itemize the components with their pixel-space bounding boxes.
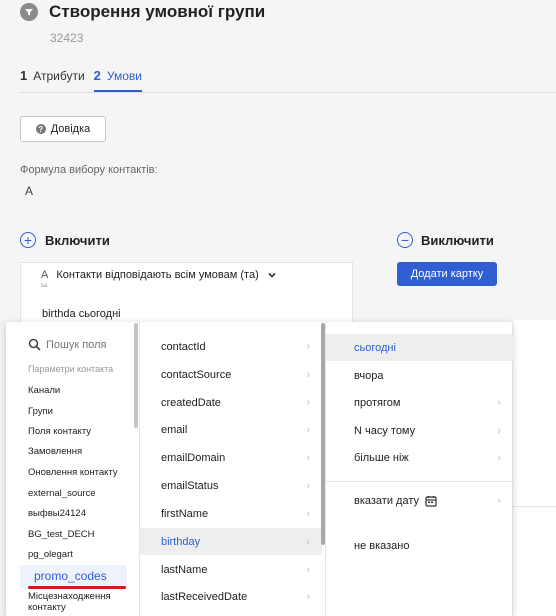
exclude-section-header[interactable]: − Виключити — [397, 232, 494, 248]
operator-item[interactable]: не вказано — [326, 532, 513, 559]
formula-value: A — [25, 184, 34, 198]
field-item-selected[interactable]: birthday › — [140, 528, 322, 555]
tab-label: Атрибути — [33, 69, 85, 83]
search-field[interactable]: Пошук поля — [28, 338, 106, 351]
field-column: contactId › contactSource › createdDate › e… — [139, 322, 325, 616]
calendar-icon — [425, 495, 437, 507]
chevron-right-icon: › — [306, 535, 310, 548]
chevron-right-icon: › — [306, 340, 310, 353]
category-item[interactable]: Замовлення — [28, 446, 82, 457]
operator-item[interactable]: більше ніж › — [326, 444, 513, 471]
group-id: 32423 — [50, 31, 84, 45]
field-item[interactable]: email › — [140, 416, 322, 443]
question-icon: ? — [35, 124, 46, 134]
chevron-right-icon: › — [497, 494, 501, 507]
category-scrollbar[interactable] — [134, 323, 138, 428]
chevron-down-icon — [268, 272, 276, 278]
category-item-promo-codes[interactable]: promo_codes — [34, 569, 107, 583]
search-placeholder: Пошук поля — [46, 338, 107, 351]
category-item[interactable]: выфвы24124 — [28, 508, 86, 519]
plus-circle-icon[interactable]: + — [20, 232, 36, 248]
chevron-right-icon: › — [306, 590, 310, 603]
field-picker-dropdown: Пошук поля Параметри контакта Канали Гру… — [6, 322, 513, 616]
operator-item[interactable]: протягом › — [326, 389, 513, 416]
help-button-label: Довідка — [50, 123, 91, 135]
operator-item-selected[interactable]: сьогодні — [326, 334, 513, 361]
tab-number: 1 — [20, 68, 28, 83]
help-button[interactable]: ? Довідка — [20, 116, 106, 142]
chevron-right-icon: › — [497, 424, 501, 437]
page-header: Створення умовної групи 32423 — [0, 0, 556, 60]
field-item[interactable]: contactId › — [140, 333, 322, 360]
category-item[interactable]: Групи — [28, 406, 53, 417]
tab-conditions[interactable]: 2 Умови — [93, 68, 142, 92]
condition-mode-label: Контакти відповідають всім умовам (та) — [56, 269, 259, 281]
condition-letter-sub: ѕa — [41, 283, 48, 289]
operator-item[interactable]: вчора — [326, 362, 513, 389]
operator-item-pick-date[interactable]: вказати дату › — [326, 487, 513, 514]
field-item[interactable]: emailDomain › — [140, 444, 322, 471]
formula-label: Формула вибору контактів: — [20, 164, 158, 176]
chevron-right-icon: › — [306, 479, 310, 492]
field-item[interactable]: contactSource › — [140, 361, 322, 388]
category-item[interactable]: BG_test_DECH — [28, 529, 95, 540]
page-title: Створення умовної групи — [49, 2, 266, 21]
chevron-right-icon: › — [306, 423, 310, 436]
field-item[interactable]: lastName › — [140, 556, 322, 583]
annotation-underline — [28, 586, 126, 589]
category-group-label: Параметри контакта — [28, 364, 114, 374]
chevron-right-icon: › — [306, 563, 310, 576]
background-divider — [513, 506, 556, 507]
field-item[interactable]: lastReceivedDate › — [140, 583, 322, 610]
tabs-divider — [20, 92, 556, 93]
condition-item[interactable]: birthda сьогодні — [42, 308, 121, 320]
tab-attributes[interactable]: 1 Атрибути — [20, 68, 85, 92]
add-card-button[interactable]: Додати картку — [397, 262, 497, 286]
include-section-header[interactable]: + Включити — [20, 232, 110, 248]
field-item[interactable]: firstName › — [140, 500, 322, 527]
exclude-title: Виключити — [421, 232, 494, 248]
tab-number: 2 — [93, 68, 101, 83]
category-item[interactable]: Канали — [28, 385, 60, 396]
category-column: Пошук поля Параметри контакта Канали Гру… — [6, 322, 139, 616]
condition-mode-select[interactable]: A ѕa Контакти відповідають всім умовам (… — [41, 269, 277, 289]
operator-column: сьогодні вчора протягом › N часу тому › бі… — [325, 322, 513, 616]
category-item[interactable]: pg_olegart — [28, 549, 73, 560]
field-item[interactable]: emailStatus › — [140, 472, 322, 499]
chevron-right-icon: › — [306, 396, 310, 409]
search-icon — [28, 338, 41, 351]
chevron-right-icon: › — [306, 507, 310, 520]
background-panel — [513, 320, 556, 616]
chevron-right-icon: › — [497, 396, 501, 409]
minus-circle-icon[interactable]: − — [397, 232, 413, 248]
operator-item[interactable]: N часу тому › — [326, 417, 513, 444]
tab-label: Умови — [106, 69, 142, 83]
chevron-right-icon: › — [497, 451, 501, 464]
include-title: Включити — [45, 232, 110, 248]
category-item[interactable]: Поля контакту — [28, 426, 91, 437]
condition-letter: A ѕa — [41, 269, 49, 289]
filter-icon — [20, 3, 38, 21]
field-item[interactable]: createdDate › — [140, 389, 322, 416]
category-item[interactable]: Місцезнаходження контакту — [28, 591, 132, 613]
chevron-right-icon: › — [306, 368, 310, 381]
operator-divider — [326, 481, 513, 482]
category-item[interactable]: Оновлення контакту — [28, 467, 118, 478]
chevron-right-icon: › — [306, 451, 310, 464]
category-item[interactable]: external_source — [28, 488, 96, 499]
tab-bar: 1 Атрибути 2 Умови — [20, 68, 151, 92]
